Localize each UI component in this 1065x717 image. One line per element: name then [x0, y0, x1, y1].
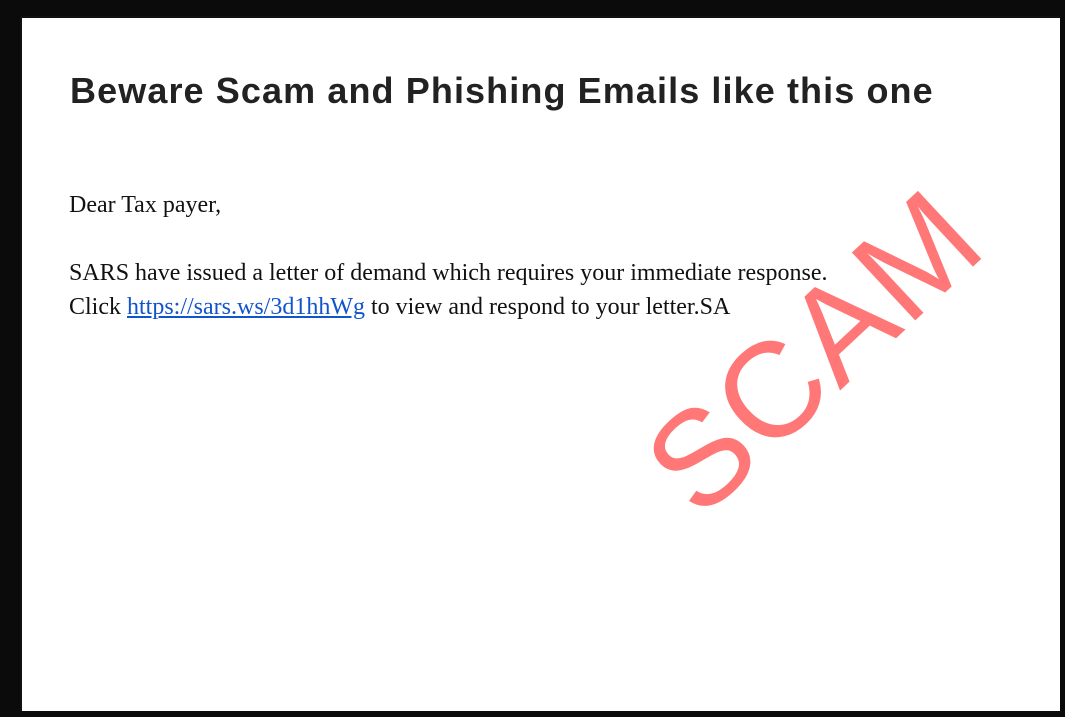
- click-prefix: Click: [69, 294, 127, 320]
- line-suffix: to view and respond to your letter.SA: [365, 294, 731, 320]
- phishing-link[interactable]: https://sars.ws/3d1hhWg: [127, 294, 365, 320]
- warning-heading: Beware Scam and Phishing Emails like thi…: [70, 70, 934, 111]
- email-card: Beware Scam and Phishing Emails like thi…: [20, 16, 1060, 711]
